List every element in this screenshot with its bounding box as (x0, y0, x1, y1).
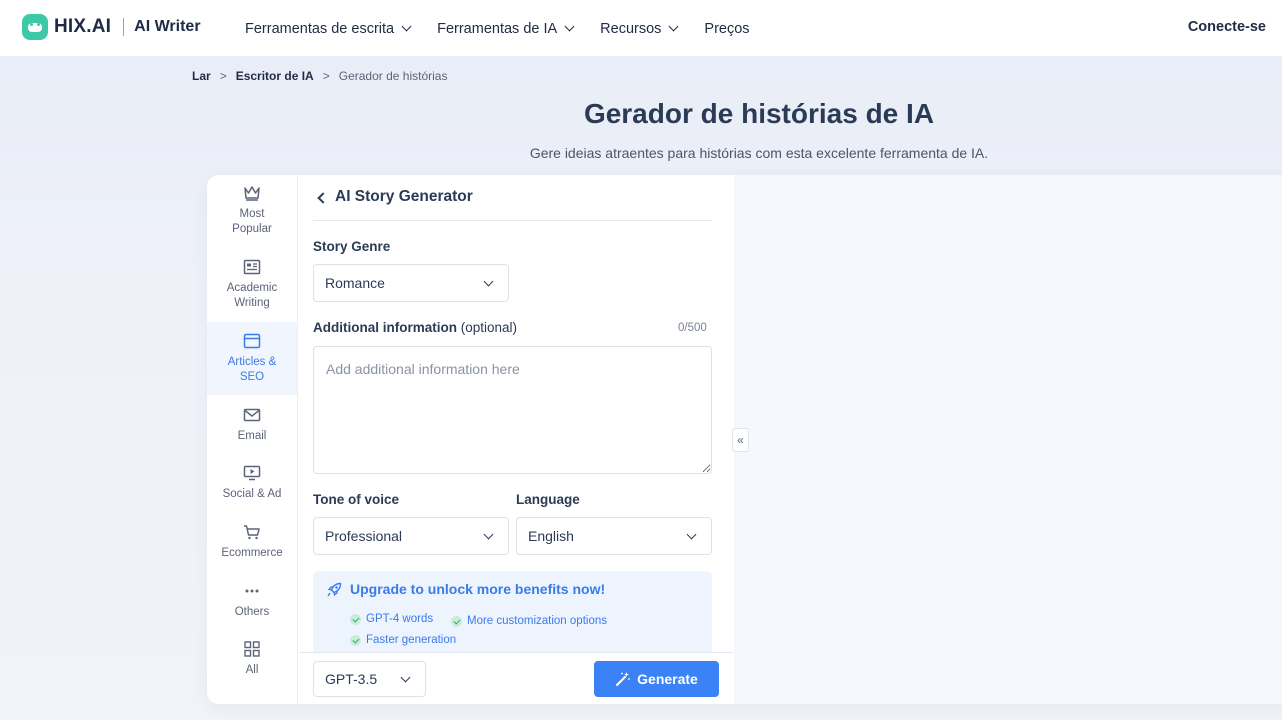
page-title: Gerador de histórias de IA (583, 98, 935, 129)
tool-card: Most Popular Academic Writing Articles &… (207, 175, 1282, 704)
crown-icon (244, 186, 260, 201)
benefit-item: More customization options (451, 615, 607, 627)
sidebar-item-label: Most (239, 208, 265, 220)
breadcrumb-separator: > (322, 69, 330, 83)
model-value: GPT-3.5 (325, 671, 378, 687)
optional-tag: (optional) (460, 320, 518, 335)
nav-resources[interactable]: Recursos (600, 20, 679, 37)
monitor-play-icon (243, 465, 261, 481)
sidebar-item-label: Ecommerce (221, 547, 283, 559)
brand-logo[interactable]: HIX.AI AI Writer (22, 14, 201, 40)
sidebar-item-label: Articles & (227, 356, 277, 368)
mail-icon (243, 408, 261, 422)
sidebar-item-all[interactable]: All (207, 641, 297, 681)
browser-window-icon (243, 333, 261, 349)
top-navbar: HIX.AI AI Writer Ferramentas de escrita … (0, 0, 1282, 57)
grid-icon (244, 641, 260, 657)
nav-writing-tools[interactable]: Ferramentas de escrita (245, 20, 412, 37)
nav-label: Ferramentas de IA (437, 20, 558, 37)
output-panel (734, 175, 1282, 704)
sidebar-item-label: Social & Ad (222, 488, 282, 500)
generate-label: Generate (637, 671, 698, 687)
more-dots-icon (245, 589, 259, 593)
magic-wand-icon (616, 672, 631, 686)
additional-info-textarea[interactable] (313, 346, 712, 474)
page-subtitle: Gere ideias atraentes para histórias com… (529, 145, 989, 161)
benefit-item: Faster generation (350, 634, 456, 646)
brand-name: HIX.AI (54, 16, 112, 37)
sidebar-item-label: Others (234, 606, 270, 618)
nav-pricing[interactable]: Preços (704, 21, 749, 37)
chevron-down-icon (483, 529, 494, 540)
generate-button[interactable]: Generate (594, 661, 719, 697)
sidebar-item-label: Popular (232, 223, 272, 235)
benefit-label: More customization options (467, 615, 607, 627)
sidebar-item-social-ad[interactable]: Social & Ad (207, 465, 297, 505)
check-icon (350, 613, 361, 625)
form-header: AI Story Generator (313, 188, 712, 221)
sidebar-item-label: Email (237, 430, 267, 442)
sidebar-item-articles-seo[interactable]: Articles & SEO (207, 322, 297, 395)
sidebar-item-label: All (245, 664, 259, 676)
chevron-down-icon (686, 529, 697, 540)
tone-select[interactable]: Professional (313, 517, 509, 555)
product-name: AI Writer (134, 18, 201, 35)
story-genre-value: Romance (325, 275, 385, 291)
chevron-down-icon (483, 276, 494, 287)
check-icon (451, 615, 462, 627)
chevron-down-icon (564, 21, 575, 32)
tone-value: Professional (325, 528, 403, 544)
sidebar-item-ecommerce[interactable]: Ecommerce (207, 524, 297, 564)
breadcrumb-parent[interactable]: Escritor de IA (236, 69, 314, 83)
chevron-down-icon (401, 21, 412, 32)
benefit-item: GPT-4 words (350, 613, 433, 625)
sidebar-item-label: Writing (234, 297, 270, 309)
sidebar-item-others[interactable]: Others (207, 583, 297, 623)
char-counter: 0/500 (678, 322, 707, 334)
additional-info-label-text: Additional information (313, 320, 457, 335)
upgrade-banner[interactable]: Upgrade to unlock more benefits now! GPT… (313, 571, 712, 656)
story-genre-label: Story Genre (313, 239, 391, 254)
main-nav: Ferramentas de escrita Ferramentas de IA… (245, 0, 777, 57)
breadcrumb-home[interactable]: Lar (192, 69, 211, 83)
model-select[interactable]: GPT-3.5 (313, 661, 426, 697)
form-title: AI Story Generator (335, 188, 473, 205)
sidebar-item-most-popular[interactable]: Most Popular (207, 185, 297, 241)
sidebar-item-email[interactable]: Email (207, 407, 297, 447)
rocket-icon (327, 582, 342, 597)
language-select[interactable]: English (516, 517, 712, 555)
breadcrumb: Lar > Escritor de IA > Gerador de histór… (192, 69, 447, 83)
story-genre-select[interactable]: Romance (313, 264, 509, 302)
cart-icon (244, 525, 260, 540)
nav-label: Recursos (600, 20, 662, 37)
benefit-label: Faster generation (366, 634, 457, 646)
chevron-down-icon (668, 21, 679, 32)
language-value: English (528, 528, 574, 544)
form-footer: GPT-3.5 Generate (299, 652, 733, 704)
nav-label: Ferramentas de escrita (245, 20, 395, 37)
benefit-label: GPT-4 words (366, 613, 434, 625)
chevron-left-icon[interactable] (317, 192, 329, 204)
nav-ai-tools[interactable]: Ferramentas de IA (437, 20, 575, 37)
sidebar-item-label: SEO (239, 371, 265, 383)
chevron-down-icon (400, 672, 411, 683)
breadcrumb-current: Gerador de histórias (338, 69, 448, 83)
language-label: Language (516, 492, 580, 507)
signin-link[interactable]: Conecte-se (1188, 19, 1266, 35)
sidebar-item-academic-writing[interactable]: Academic Writing (207, 259, 297, 315)
newspaper-icon (243, 259, 261, 275)
check-icon (350, 634, 361, 646)
upgrade-title: Upgrade to unlock more benefits now! (350, 581, 606, 597)
nav-label: Preços (704, 20, 750, 37)
logo-divider (123, 18, 125, 36)
breadcrumb-separator: > (219, 69, 227, 83)
sidebar-item-label: Academic (226, 282, 278, 294)
tone-label: Tone of voice (313, 492, 400, 507)
additional-info-label: Additional information (optional) (313, 320, 517, 335)
collapse-panel-button[interactable]: « (732, 428, 749, 452)
generator-form: AI Story Generator Story Genre Romance A… (299, 175, 824, 704)
category-sidebar: Most Popular Academic Writing Articles &… (207, 175, 298, 704)
logo-chat-icon (22, 14, 48, 40)
